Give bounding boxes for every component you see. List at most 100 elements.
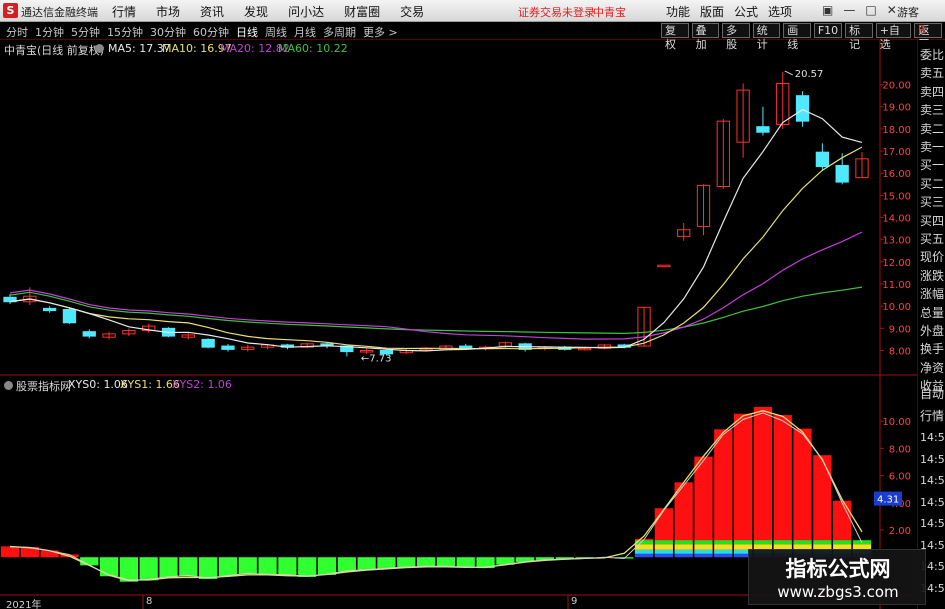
indicator-bar <box>416 557 436 567</box>
close-icon[interactable]: ✕ <box>887 3 897 17</box>
right-panel-toggle[interactable]: R <box>918 23 926 36</box>
menu-discover[interactable]: 发现 <box>244 3 268 20</box>
minimize-icon[interactable]: — <box>843 3 855 17</box>
indicator-base-band <box>654 553 673 558</box>
y-tick-label: 11.00 <box>882 280 911 291</box>
indicator-title: 股票指标网 <box>16 380 71 393</box>
login-notice[interactable]: 证券交易未登录 <box>518 4 595 20</box>
xys2-value: XYS2: 1.06 <box>172 378 232 391</box>
site-watermark: 指标公式网 www.zbgs3.com <box>748 549 926 605</box>
tab-5min[interactable]: 5分钟 <box>71 24 100 40</box>
restore-icon[interactable]: ▣ <box>822 3 833 17</box>
y-tick-label: 9.00 <box>889 324 911 335</box>
tab-weekly[interactable]: 周线 <box>265 24 287 40</box>
tool-adjust-button[interactable]: 复权 <box>661 23 689 51</box>
indicator-bar <box>218 557 238 577</box>
indicator-base-band <box>694 549 713 554</box>
menu-ask[interactable]: 问小达 <box>288 3 324 20</box>
indicator-base-band <box>714 549 733 554</box>
indicator-base-band <box>773 540 792 545</box>
high-pointer <box>784 70 793 76</box>
tab-60min[interactable]: 60分钟 <box>193 24 229 40</box>
indicator-bar <box>159 557 178 578</box>
tab-1min[interactable]: 1分钟 <box>35 24 64 40</box>
tab-30min[interactable]: 30分钟 <box>150 24 186 40</box>
menu-formula[interactable]: 公式 <box>734 3 758 20</box>
tab-daily[interactable]: 日线 <box>236 24 258 40</box>
indicator-base-band <box>654 540 673 545</box>
y-tick-label: 18.00 <box>882 125 911 136</box>
indicator-base-band <box>714 544 733 550</box>
tab-multi-period[interactable]: 多周期 <box>323 24 356 40</box>
indicator-base-band <box>714 540 733 545</box>
ma10-line <box>9 146 863 350</box>
tool-mark-button[interactable]: 标记 <box>845 23 873 51</box>
settings-icon[interactable] <box>95 44 104 53</box>
side-panel-item: 14:50 <box>920 452 945 466</box>
title-menu-bar: S 通达信金融终端 行情 市场 资讯 发现 问小达 财富圈 交易 证券交易未登录… <box>0 0 945 22</box>
y-tick-label: 14.00 <box>882 214 911 225</box>
indicator-bar <box>456 557 475 568</box>
watermark-url: www.zbgs3.com <box>777 583 899 601</box>
time-axis-month-2: 9 <box>571 596 578 607</box>
tab-monthly[interactable]: 月线 <box>294 24 316 40</box>
indicator-bar <box>179 557 198 577</box>
tool-add-watchlist-button[interactable]: +自选 <box>875 23 912 51</box>
side-panel-item: 总量 <box>920 305 945 320</box>
y-tick-label: 6.00 <box>889 472 911 483</box>
indicator-bar <box>317 557 337 575</box>
menu-quotes[interactable]: 行情 <box>112 3 136 20</box>
side-panel-item: 卖四 <box>920 84 945 99</box>
chart-title: 中青宝(日线 前复权) <box>4 44 105 57</box>
indicator-settings-icon[interactable] <box>4 381 13 390</box>
indicator-bar <box>278 557 297 576</box>
indicator-base-band <box>654 549 673 554</box>
y-tick-label: 20.00 <box>882 81 911 92</box>
candle-body <box>657 264 671 268</box>
indicator-bar <box>397 557 416 568</box>
menu-news[interactable]: 资讯 <box>200 3 224 20</box>
menu-market[interactable]: 市场 <box>156 3 180 20</box>
side-panel-item: 卖二 <box>920 121 945 136</box>
current-stock-name: 中青宝 <box>593 6 626 19</box>
side-panel-item: 14:50 <box>920 474 945 487</box>
indicator-bar <box>298 557 317 577</box>
y-tick-label: 8.00 <box>889 346 911 357</box>
tool-stats-button[interactable]: 统计 <box>752 23 781 51</box>
menu-functions[interactable]: 功能 <box>666 3 690 20</box>
guest-user[interactable]: 游客 <box>897 4 919 20</box>
candle-body <box>756 126 770 133</box>
indicator-bar <box>258 557 277 575</box>
side-panel-item: 现价 <box>920 250 945 265</box>
menu-trade[interactable]: 交易 <box>400 3 424 20</box>
side-panel-item: 14:50 <box>920 431 945 444</box>
main-menu: 行情 市场 资讯 发现 问小达 财富圈 交易 <box>112 3 424 20</box>
price-chart[interactable]: 8.00 9.00 10.00 11.00 12.00 13.00 14.00 15.00 16… <box>0 40 917 376</box>
side-panel-item: 14:50 <box>920 495 945 509</box>
side-panel-item: 14:50 <box>920 517 945 530</box>
y-tick-label: 12.00 <box>882 258 911 269</box>
indicator-base-band <box>734 540 753 545</box>
menu-options[interactable]: 选项 <box>768 3 792 20</box>
side-panel-item: 买二 <box>920 176 945 191</box>
tool-overlay-button[interactable]: 叠加 <box>691 23 720 51</box>
price-chart-panel[interactable]: 8.00 9.00 10.00 11.00 12.00 13.00 14.00 15.00 16… <box>0 40 917 376</box>
maximize-icon[interactable]: □ <box>865 3 876 17</box>
tab-more[interactable]: 更多 > <box>363 24 398 40</box>
tool-draw-button[interactable]: 画线 <box>783 23 811 51</box>
indicator-base-band <box>674 549 693 554</box>
app-logo-icon: S <box>3 3 18 18</box>
tool-f10-button[interactable]: F10 <box>813 23 843 38</box>
tool-multi-stock-button[interactable]: 多股 <box>722 23 750 51</box>
indicator-base-band <box>674 553 693 558</box>
chart-tools: 复权 叠加 多股 统计 画线 F10 标记 +自选 返回 <box>661 23 945 51</box>
cursor-value-label: 4.31 <box>877 495 899 506</box>
side-panel-item: 买一 <box>920 158 945 173</box>
xys0-value: XYS0: 1.06 <box>68 378 128 391</box>
menu-wealth[interactable]: 财富圈 <box>344 3 380 20</box>
candle-body <box>201 338 215 348</box>
side-panel-item: 行情 <box>920 408 945 423</box>
tab-intraday[interactable]: 分时 <box>6 24 28 40</box>
tab-15min[interactable]: 15分钟 <box>107 24 143 40</box>
menu-layout[interactable]: 版面 <box>700 3 724 20</box>
